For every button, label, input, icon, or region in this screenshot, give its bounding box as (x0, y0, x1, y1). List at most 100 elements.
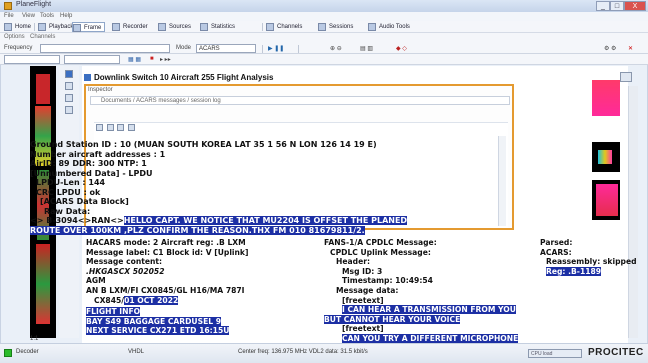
menu-tools[interactable]: Tools (40, 13, 54, 19)
acars-line: HACARS mode: 2 Aircraft reg: .B LXM (86, 238, 246, 247)
toolbar-sources-button[interactable]: Sources (158, 22, 191, 32)
toolbar-audio-button[interactable]: Audio Tools (368, 22, 410, 32)
toolbar-frame-button[interactable]: Frame (72, 22, 106, 32)
toolbar-sessions-button[interactable]: Sessions (318, 22, 353, 32)
status-indicator-icon (4, 349, 12, 357)
toolbar-statistics-button[interactable]: Statistics (200, 22, 235, 32)
message-line: CRC LPDU : ok (36, 187, 101, 197)
grid-icon[interactable] (65, 82, 73, 90)
flight-info-highlight: BAY S49 BAGGAGE CARDUSEL 9 (86, 316, 222, 326)
save-icon[interactable] (106, 124, 114, 131)
download-icon[interactable] (65, 70, 73, 78)
app-icon (4, 2, 12, 10)
popup-path-field[interactable]: Documents / ACARS messages / session log (90, 96, 510, 105)
message-line: <> B-3094<>RAN<>HELLO CAPT. WE NOTICE TH… (30, 216, 500, 226)
scrollbar[interactable] (628, 86, 638, 338)
options-tab[interactable]: Options (4, 34, 25, 40)
message-line: Ground Station ID : 10 (MUAN SOUTH KOREA… (30, 140, 377, 149)
parsed-line: Reassembly: skipped (546, 257, 637, 267)
close-button[interactable]: X (624, 1, 646, 11)
search-input[interactable] (4, 55, 60, 64)
cpdlc-line: Msg ID: 3 (342, 266, 383, 276)
minimize-button[interactable]: _ (596, 1, 610, 11)
filter-toolbar: ▦ ▦ ■ ▸ ▸▸ (0, 54, 648, 65)
menu-file[interactable]: File (4, 13, 14, 19)
acars-line: Message content: (86, 257, 163, 267)
cpdlc-line: Header: (336, 257, 370, 267)
acars-line: Message label: C1 Block id: V [Uplink] (86, 247, 249, 257)
cpdlc-line: CPDLC Uplink Message: (330, 247, 431, 257)
acars-line: .HKGASCX 502052 (86, 266, 165, 276)
cpdlc-line: Message data: (336, 285, 399, 295)
message-line: [ACARS Data Block] (40, 197, 129, 206)
flight-info-highlight: NEXT SERVICE CX271 ETD 16:15U (86, 326, 230, 336)
toolbar-recorder-button[interactable]: Recorder (112, 22, 148, 32)
settings-icon[interactable]: ⚙ ⚙ (604, 45, 616, 52)
record-icon (112, 23, 120, 31)
mode-select[interactable]: ACARS (196, 44, 256, 53)
cpdlc-line: [freetext] (342, 324, 384, 334)
expand-icon[interactable] (620, 72, 632, 82)
menu-help[interactable]: Help (60, 13, 72, 19)
cpdlc-line: Timestamp: 10:49:54 (342, 276, 433, 286)
cpdlc-line: BUT CANNOT HEAR YOUR VOICE (324, 314, 530, 325)
menu-view[interactable]: View (22, 13, 35, 19)
parsed-panel: Parsed: ACARS: Reassembly: skipped Reg: … (540, 238, 637, 276)
copy-icon[interactable] (96, 124, 103, 131)
raw-highlight: ROUTE OVER 100KM ,PLZ CONFIRM THE REASON… (30, 225, 365, 235)
cpdlc-highlight: CAN YOU TRY A DIFFERENT MICROPHONE (342, 333, 519, 343)
cpdlc-line: FANS-1/A CPDLC Message: (324, 238, 437, 247)
status-mode: VHDL (128, 349, 145, 355)
decoded-message: Ground Station ID : 10 (MUAN SOUTH KOREA… (30, 140, 500, 235)
chart-icon (200, 23, 208, 31)
close-panel-icon[interactable]: ✕ (628, 45, 633, 52)
raw-highlight: HELLO CAPT. WE NOTICE THAT MU2204 IS OFF… (123, 216, 408, 225)
reg-highlight: Reg: .B-1189 (546, 266, 602, 276)
sources-icon (158, 23, 166, 31)
flight-info-highlight: FLIGHT INFO (86, 307, 141, 317)
downlink-header: Downlink Switch 10 Aircraft 255 Flight A… (82, 72, 620, 83)
tools-icon[interactable]: ▤ ▥ (360, 45, 373, 52)
go-icon[interactable]: ▸ ▸▸ (160, 56, 171, 63)
toolbar-playback-button[interactable]: Playback (38, 22, 73, 32)
list-icon[interactable] (65, 106, 73, 114)
waterfall-right[interactable] (590, 66, 628, 266)
toolbar-home-button[interactable]: Home (4, 22, 31, 32)
frequency-label: Frequency (4, 45, 33, 51)
waterfall-signal (36, 244, 50, 324)
table-icon[interactable] (65, 94, 73, 102)
popup-header: Inspector (88, 87, 113, 93)
acars-line: FLIGHT INFO (86, 307, 308, 317)
settings-icon[interactable] (128, 124, 136, 131)
sessions-icon (318, 23, 326, 31)
acars-panel: HACARS mode: 2 Aircraft reg: .B LXM Mess… (86, 238, 308, 336)
cpdlc-highlight: BUT CANNOT HEAR YOUR VOICE (324, 314, 461, 324)
scale-label: 1:1 (30, 336, 39, 342)
zoom-icon[interactable]: ⊕ ⊖ (330, 45, 342, 52)
spectrum-tile (592, 80, 620, 116)
downlink-title: Downlink Switch 10 Aircraft 255 Flight A… (94, 73, 274, 82)
message-line: ROUTE OVER 100KM ,PLZ CONFIRM THE REASON… (30, 225, 500, 236)
toolbar-separator (34, 23, 35, 31)
marker-icon[interactable]: ◆ ◇ (396, 45, 407, 52)
title-bar: PlaneFlight _ □ X (0, 0, 648, 12)
message-scrollbar[interactable] (498, 136, 506, 226)
message-line: AirID: 89 DDR: 300 NTP: 1 (30, 159, 147, 168)
parsed-line: ACARS: (540, 247, 572, 257)
list-icon[interactable]: ▦ ▦ (128, 56, 141, 63)
home-icon (4, 23, 12, 31)
channels-tab[interactable]: Channels (30, 34, 55, 40)
maximize-button[interactable]: □ (610, 1, 624, 11)
channels-icon (266, 23, 274, 31)
toolbar-channels-button[interactable]: Channels (266, 22, 302, 32)
status-info: Center freq: 136.975 MHz VDL2 data: 31.5… (238, 349, 368, 355)
message-line: Raw Data: (44, 206, 91, 216)
status-bar: Decoder VHDL Center freq: 136.975 MHz VD… (0, 343, 648, 363)
print-icon[interactable] (117, 124, 125, 131)
acars-line: CX845/01 OCT 2022 (94, 295, 179, 305)
stop-icon[interactable]: ■ (150, 56, 154, 62)
play-icon[interactable]: ▶ ❚❚ (268, 45, 284, 52)
filter-input[interactable] (64, 55, 120, 64)
frequency-select[interactable] (40, 44, 170, 53)
mode-label: Mode (176, 45, 192, 51)
